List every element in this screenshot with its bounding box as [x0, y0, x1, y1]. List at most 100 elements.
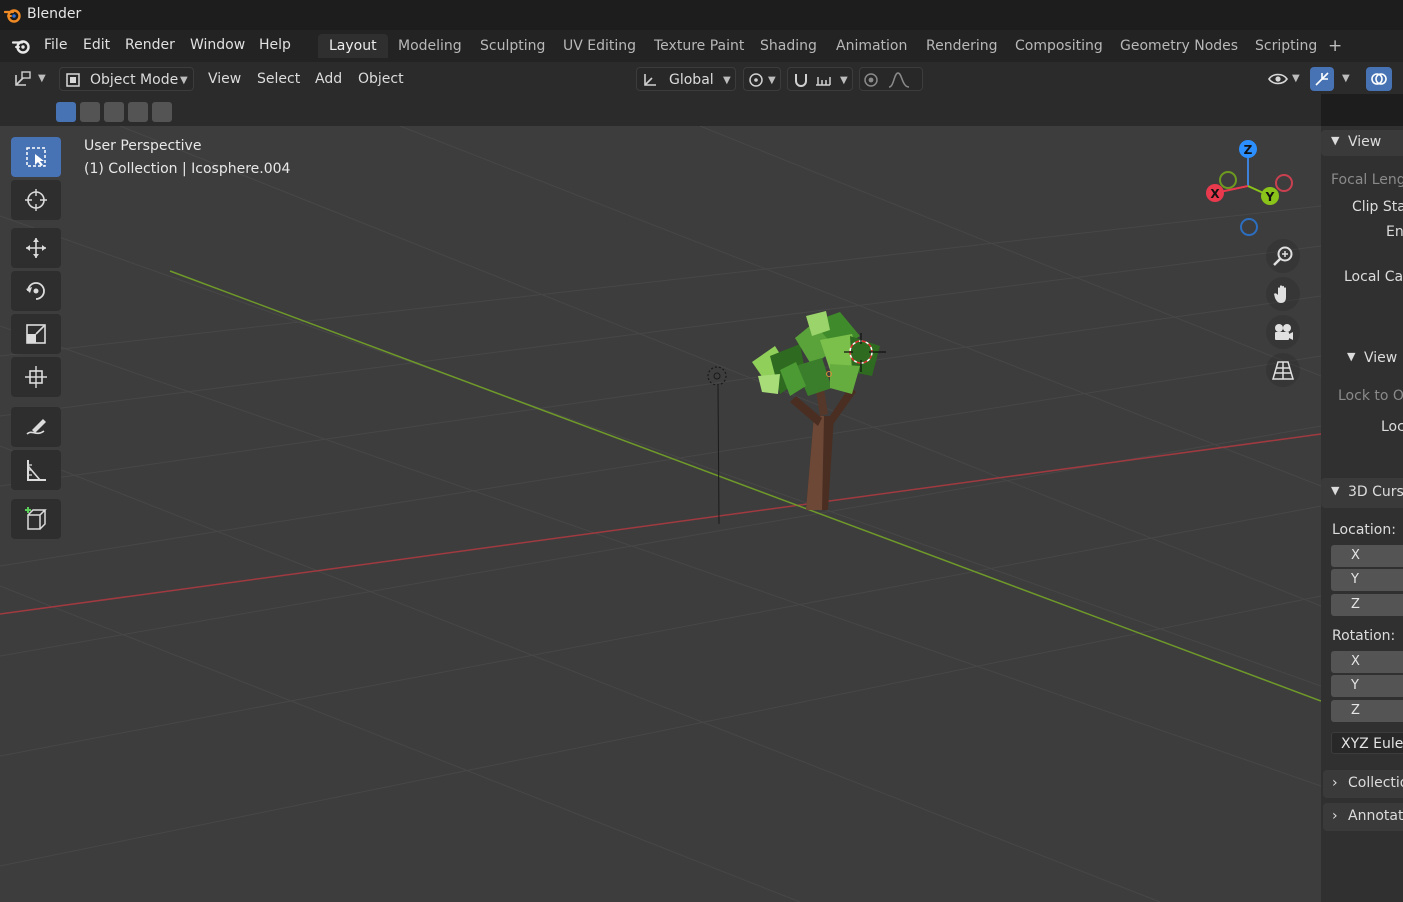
- chevron-down-icon: ▼: [768, 75, 776, 86]
- navigation-gizmo[interactable]: Z X Y: [1198, 134, 1303, 242]
- select-mode-intersect-button[interactable]: [152, 102, 172, 122]
- tab-texture-paint[interactable]: Texture Paint: [643, 34, 755, 58]
- camera-icon: [1275, 324, 1293, 340]
- tab-geometry-nodes[interactable]: Geometry Nodes: [1109, 34, 1249, 58]
- transform-icon: [25, 366, 47, 388]
- annotate-icon: [26, 419, 46, 435]
- tool-measure[interactable]: [11, 450, 61, 490]
- mode-dropdown[interactable]: Object Mode ▼: [59, 67, 194, 91]
- overlay-icon: [1371, 73, 1387, 85]
- menu-render[interactable]: Render: [125, 37, 175, 53]
- tool-transform[interactable]: [11, 357, 61, 397]
- window-title: Blender: [27, 6, 82, 22]
- chevron-down-icon: ▼: [1331, 484, 1340, 497]
- add-workspace-button[interactable]: +: [1328, 36, 1342, 56]
- rotation-mode-dropdown[interactable]: XYZ Euler: [1331, 732, 1403, 754]
- view-panel-title: View: [1348, 134, 1382, 150]
- editor-type-button[interactable]: ▼: [12, 67, 50, 91]
- zoom-button[interactable]: [1266, 239, 1300, 273]
- perspective-toggle-button[interactable]: [1266, 353, 1300, 387]
- cursor-rotation-x-field[interactable]: X: [1331, 651, 1403, 673]
- select-mode-invert-button[interactable]: [128, 102, 148, 122]
- cursor-location-y-field[interactable]: Y: [1331, 569, 1403, 591]
- annotations-panel-header[interactable]: › Annotati: [1323, 803, 1403, 831]
- proportional-editing-group[interactable]: [859, 67, 923, 91]
- tool-annotate[interactable]: [11, 407, 61, 447]
- viewport-scene: [0, 126, 1321, 902]
- mode-label: Object Mode: [90, 72, 179, 88]
- tab-rendering[interactable]: Rendering: [915, 34, 1009, 58]
- 3d-cursor-panel-header[interactable]: ▼ 3D Cursc: [1321, 478, 1403, 508]
- measure-icon: [27, 460, 46, 481]
- camera-view-button[interactable]: [1266, 315, 1300, 349]
- menu-help[interactable]: Help: [259, 37, 291, 53]
- chevron-down-icon: ▼: [840, 75, 848, 86]
- view-lock-header[interactable]: ▼ View L: [1341, 346, 1403, 372]
- blender-menu-icon[interactable]: [11, 37, 33, 55]
- tool-rotate[interactable]: [11, 271, 61, 311]
- tool-add-cube[interactable]: [11, 499, 61, 539]
- tab-compositing[interactable]: Compositing: [1004, 34, 1114, 58]
- menu-object[interactable]: Object: [358, 67, 404, 91]
- tab-layout[interactable]: Layout: [318, 34, 388, 58]
- snap-group[interactable]: ▼: [787, 67, 853, 91]
- view-panel-header[interactable]: ▼ View: [1321, 130, 1403, 156]
- tool-scale[interactable]: [11, 314, 61, 354]
- menu-file[interactable]: File: [44, 37, 67, 53]
- cursor-location-z-field[interactable]: Z: [1331, 594, 1403, 616]
- menu-add[interactable]: Add: [315, 67, 342, 91]
- move-icon: [26, 238, 46, 258]
- clip-end-label: En: [1386, 224, 1403, 240]
- pivot-icon: [749, 73, 763, 87]
- chevron-down-icon[interactable]: ▼: [1342, 73, 1350, 84]
- tool-select-box[interactable]: [11, 137, 61, 177]
- collections-panel-title: Collectio: [1348, 775, 1403, 791]
- select-mode-extend-button[interactable]: [80, 102, 100, 122]
- light-object: [707, 366, 727, 525]
- cursor-rotation-z-field[interactable]: Z: [1331, 700, 1403, 722]
- proportional-edit-icon: [864, 73, 878, 87]
- chevron-down-icon: ▼: [1331, 134, 1340, 147]
- menu-edit[interactable]: Edit: [83, 37, 110, 53]
- cursor-rotation-y-field[interactable]: Y: [1331, 675, 1403, 697]
- tab-modeling[interactable]: Modeling: [387, 34, 473, 58]
- focal-length-label: Focal Lengt: [1331, 172, 1403, 188]
- object-mode-icon: [66, 73, 80, 87]
- orientation-icon: [644, 74, 656, 86]
- active-object-label: (1) Collection | Icosphere.004: [84, 161, 291, 177]
- overlay-toggle-button[interactable]: [1366, 67, 1392, 91]
- zoom-icon: [1273, 246, 1293, 266]
- visibility-dropdown[interactable]: ▼: [1266, 67, 1306, 91]
- transform-orientation-dropdown[interactable]: Global ▼: [636, 67, 736, 91]
- chevron-down-icon: ▼: [1347, 350, 1356, 363]
- grid-perspective-icon: [1272, 361, 1294, 380]
- falloff-icon: [888, 72, 910, 88]
- gizmo-toggle-button[interactable]: [1310, 67, 1334, 91]
- tab-shading[interactable]: Shading: [749, 34, 828, 58]
- menu-window[interactable]: Window: [190, 37, 245, 53]
- pan-button[interactable]: [1266, 277, 1300, 311]
- tab-sculpting[interactable]: Sculpting: [469, 34, 556, 58]
- lock-to-object-label: Lock to O.: [1338, 388, 1403, 404]
- tab-animation[interactable]: Animation: [825, 34, 918, 58]
- y-axis-line: [169, 270, 1321, 702]
- cursor-location-x-field[interactable]: X: [1331, 545, 1403, 567]
- menu-select[interactable]: Select: [257, 67, 300, 91]
- collections-panel-header[interactable]: › Collectio: [1323, 770, 1403, 798]
- tool-move[interactable]: [11, 228, 61, 268]
- editor-type-icon: [15, 71, 31, 86]
- select-mode-subtract-button[interactable]: [104, 102, 124, 122]
- rotation-label: Rotation:: [1332, 628, 1396, 644]
- pivot-point-dropdown[interactable]: ▼: [743, 67, 781, 91]
- chevron-down-icon: ▼: [723, 75, 731, 86]
- select-mode-new-button[interactable]: [56, 102, 76, 122]
- viewport-header: ▼ Object Mode ▼ View Select Add Object G…: [0, 62, 1403, 94]
- annotations-panel-title: Annotati: [1348, 808, 1403, 824]
- tool-cursor[interactable]: [11, 180, 61, 220]
- tab-scripting[interactable]: Scripting: [1244, 34, 1328, 58]
- magnet-icon: [795, 74, 807, 87]
- menu-view[interactable]: View: [208, 67, 241, 91]
- 3d-viewport[interactable]: User Perspective (1) Collection | Icosph…: [0, 126, 1321, 902]
- tab-uv-editing[interactable]: UV Editing: [552, 34, 647, 58]
- chevron-right-icon: ›: [1332, 808, 1338, 824]
